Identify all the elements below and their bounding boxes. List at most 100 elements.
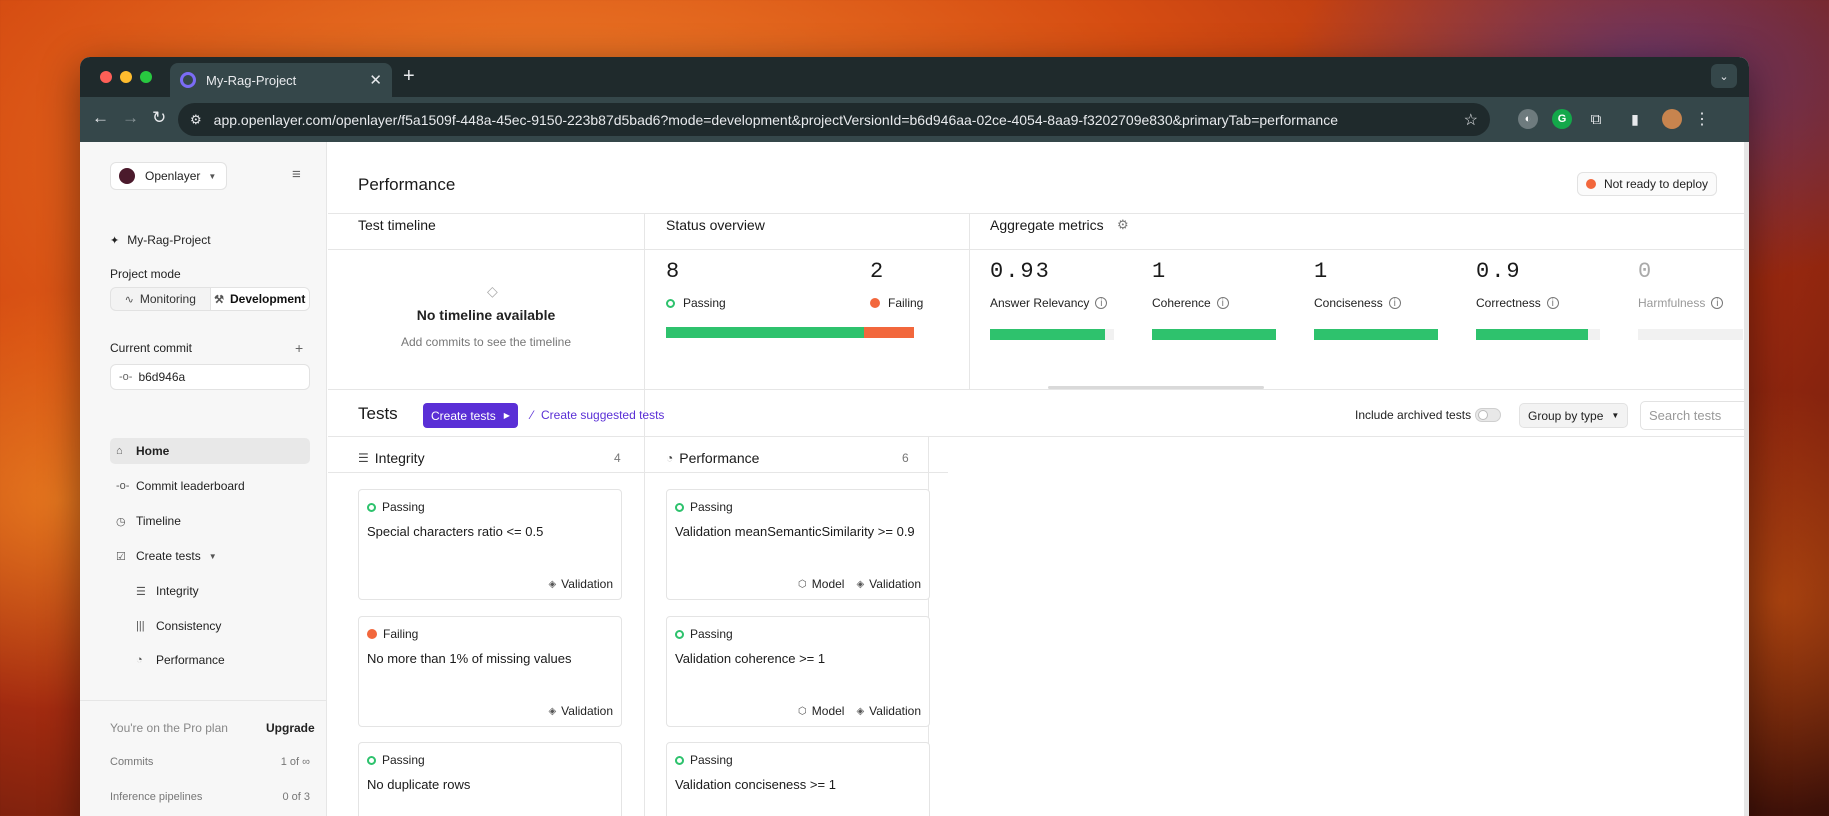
upgrade-link[interactable]: Upgrade [266,721,315,735]
org-switcher[interactable]: Openlayer ▼ [110,162,228,190]
include-archived-toggle[interactable] [1475,408,1501,422]
sidebar-item-consistency[interactable]: ||| Consistency [130,613,310,639]
info-icon[interactable]: i [1216,297,1229,309]
tag-label: Model [811,704,845,718]
caret-down-icon: ▼ [208,551,217,561]
sidebar-item-home[interactable]: ⌂ Home [110,438,310,464]
pie-icon: ◔ [136,654,143,666]
openlayer-favicon-icon [180,72,196,88]
current-commit-label: Current commit [110,341,193,355]
project-mode-toggle: ∿ Monitoring ⚒ Development [110,287,310,311]
toggle-knob [1478,410,1488,420]
reload-icon[interactable]: ↻ [152,108,166,128]
current-commit-selector[interactable]: -o- b6d946a [110,364,310,390]
hamburger-menu-icon[interactable]: ≡ [292,166,301,183]
info-icon[interactable]: i [1711,297,1724,309]
close-icon[interactable]: ✕ [369,71,382,89]
test-card[interactable]: Passing Validation conciseness >= 1 [666,742,930,816]
metric-bar [1638,329,1743,340]
tag-model: ⬡ Model [798,704,844,718]
pulse-icon: ∿ [124,293,134,306]
sidebar-item-create-tests[interactable]: ☑ Create tests ▼ [110,543,310,569]
info-icon[interactable]: i [1095,297,1108,309]
star-icon[interactable]: ☆ [1464,110,1478,130]
sidebar-item-timeline[interactable]: ◷ Timeline [110,508,310,534]
zoom-window-button[interactable] [140,71,152,83]
sidebar-item-commit-leaderboard[interactable]: -o- Commit leaderboard [110,473,310,499]
browser-tab[interactable]: My-Rag-Project ✕ [170,63,392,97]
column-title-label: Performance [679,450,760,466]
metric-value: 1 [1314,259,1330,284]
create-tests-button[interactable]: Create tests ▶ [423,403,518,428]
group-by-dropdown[interactable]: Group by type ▼ [1519,403,1629,428]
test-card[interactable]: Passing Validation coherence >= 1 ⬡ Mode… [666,616,930,727]
gear-icon[interactable]: ⚙ [1117,217,1129,233]
search-tests-input[interactable] [1640,401,1749,430]
commit-hash: b6d946a [138,370,186,384]
aggregate-metrics-title: Aggregate metrics [990,217,1104,233]
metric-bar-fill [990,329,1106,340]
close-window-button[interactable] [100,71,112,83]
tag-label: Validation [869,704,921,718]
metric-bar [1476,329,1600,340]
side-panel-icon[interactable]: ▮ [1625,109,1645,129]
diamond-icon: ◇ [487,283,498,299]
group-by-label: Group by type [1528,408,1604,423]
layers-icon: ◈ [856,705,865,717]
status-bar-failing [864,327,914,338]
layers-icon: ◈ [856,578,865,590]
caret-right-icon: ▶ [503,411,510,420]
address-bar[interactable]: ⚙ app.openlayer.com/openlayer/f5a1509f-4… [178,103,1490,136]
forward-arrow-icon[interactable]: → [122,108,139,128]
project-name[interactable]: ✦ My-Rag-Project [110,233,211,247]
timeline-title: Test timeline [358,217,436,233]
commit-icon: -o- [116,480,130,492]
mode-development-button[interactable]: ⚒ Development [209,288,309,310]
test-status: Passing [675,500,733,514]
grammarly-icon[interactable]: G [1552,109,1572,129]
tab-search-chevron-down-icon[interactable]: ⌄ [1711,64,1737,88]
metric-label: Correctness i [1476,296,1559,310]
back-arrow-icon[interactable]: ← [92,108,109,128]
test-status: Passing [675,753,733,767]
sidebar-item-integrity[interactable]: ☰ Integrity [130,578,310,604]
layers-icon: ◈ [548,705,557,717]
test-card[interactable]: Passing Special characters ratio <= 0.5 … [358,489,622,600]
minimize-window-button[interactable] [120,71,132,83]
status-bar-passing [666,327,865,338]
new-tab-button[interactable]: + [403,65,415,88]
add-commit-plus-icon[interactable]: + [295,340,303,356]
more-vertical-icon[interactable]: ⋮ [1692,109,1712,129]
test-card[interactable]: Passing Validation meanSemanticSimilarit… [666,489,930,600]
info-icon[interactable]: i [1546,297,1559,309]
info-icon[interactable]: i [1388,297,1401,309]
test-status: Passing [675,627,733,641]
page-scrollbar[interactable] [1744,142,1749,816]
tag-validation: ◈ Validation [856,704,921,718]
create-suggested-tests-link[interactable]: ⁄ Create suggested tests [531,408,664,422]
test-card[interactable]: Failing No more than 1% of missing value… [358,616,622,727]
test-card[interactable]: Passing No duplicate rows [358,742,622,816]
pipelines-value: 0 of 3 [282,791,310,803]
sidebar-item-performance[interactable]: ◔ Performance [130,647,310,673]
divider [328,213,1749,214]
url-text[interactable]: app.openlayer.com/openlayer/f5a1509f-448… [214,112,1464,128]
puzzle-extensions-icon[interactable]: ⧉ [1586,109,1606,129]
metric-label-text: Correctness [1476,296,1541,310]
sidebar-item-label: Performance [156,653,225,667]
site-info-icon[interactable]: ⚙ [190,112,202,128]
extension-icon[interactable]: ◐ [1518,109,1538,129]
metric-bar-fill [1152,329,1276,340]
pipelines-usage: Inference pipelines 0 of 3 [110,791,310,803]
deploy-status-badge[interactable]: Not ready to deploy [1576,172,1717,196]
include-archived-label: Include archived tests [1355,408,1472,422]
profile-avatar-icon[interactable] [1662,109,1682,129]
failing-count: 2 [870,259,884,284]
home-icon: ⌂ [116,445,123,457]
test-status-label: Passing [690,627,733,641]
divider [969,213,970,389]
metric-bar [1152,329,1276,340]
caret-down-icon: ▼ [208,171,217,181]
metric-label: Coherence i [1152,296,1229,310]
mode-monitoring-button[interactable]: ∿ Monitoring [111,288,210,310]
